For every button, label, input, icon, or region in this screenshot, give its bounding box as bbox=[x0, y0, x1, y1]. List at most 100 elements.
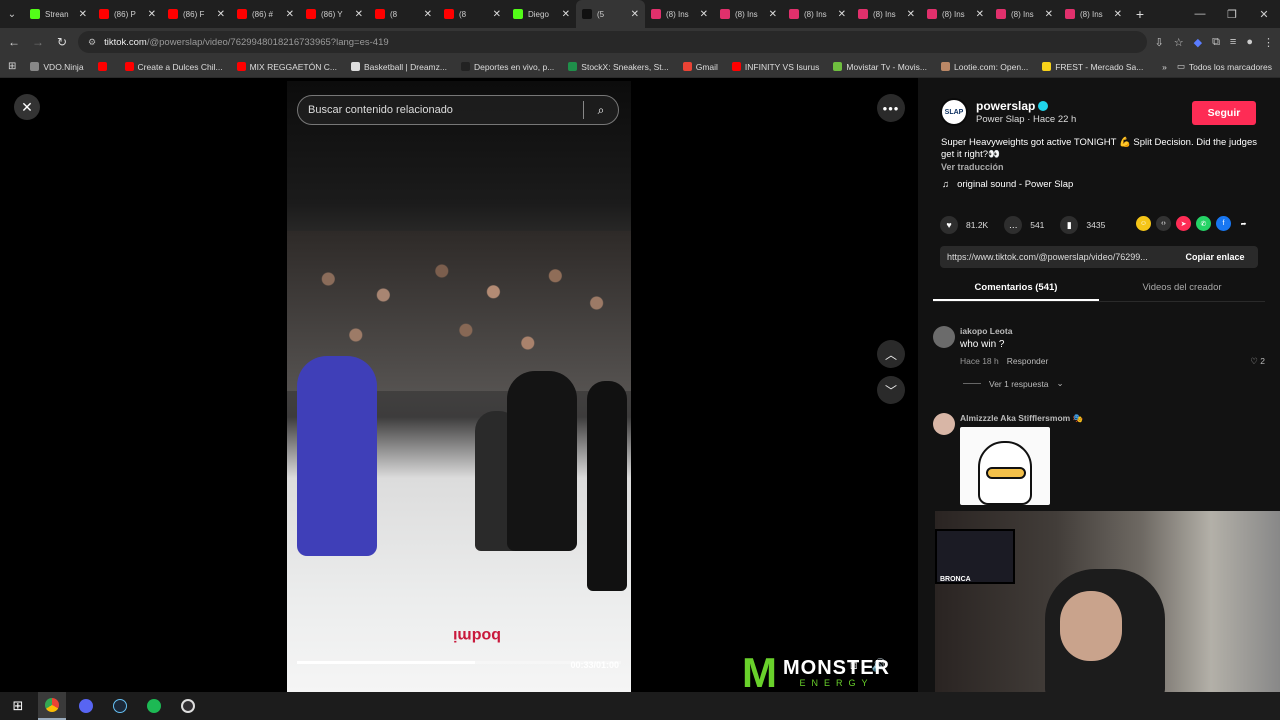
taskbar-steam[interactable] bbox=[106, 692, 134, 720]
close-tab-icon[interactable]: ✕ bbox=[148, 9, 156, 20]
comment-username[interactable]: iakopo Leota bbox=[960, 326, 1012, 336]
browser-tab[interactable]: (8) Ins ✕ bbox=[990, 0, 1059, 28]
bookmark-item[interactable]: Lootie.com: Open... bbox=[941, 62, 1028, 72]
browser-tab[interactable]: Diego ✕ bbox=[507, 0, 576, 28]
browser-tab[interactable]: (5 ✕ bbox=[576, 0, 645, 28]
site-info-icon[interactable]: ⚙ bbox=[88, 37, 96, 48]
browser-tab[interactable]: (8) Ins ✕ bbox=[921, 0, 990, 28]
forward-arrow-icon[interactable]: → bbox=[30, 35, 46, 49]
related-search-input[interactable]: Buscar contenido relacionado ⌕ bbox=[297, 95, 619, 125]
browser-tab[interactable]: (86) Y ✕ bbox=[300, 0, 369, 28]
close-tab-icon[interactable]: ✕ bbox=[424, 9, 432, 20]
browser-tab[interactable]: (8) Ins ✕ bbox=[645, 0, 714, 28]
close-tab-icon[interactable]: ✕ bbox=[355, 9, 363, 20]
taskbar-spotify[interactable] bbox=[140, 692, 168, 720]
close-tab-icon[interactable]: ✕ bbox=[907, 9, 915, 20]
post-url[interactable]: https://www.tiktok.com/@powerslap/video/… bbox=[940, 252, 1172, 262]
close-video-button[interactable]: ✕ bbox=[14, 94, 40, 120]
bookmark-item[interactable]: Basketball | Dreamz... bbox=[350, 62, 447, 72]
tab-search-chevron-icon[interactable]: ⌄ bbox=[0, 0, 24, 28]
close-tab-icon[interactable]: ✕ bbox=[976, 9, 984, 20]
browser-tab[interactable]: (86) F ✕ bbox=[162, 0, 231, 28]
close-tab-icon[interactable]: ✕ bbox=[700, 9, 708, 20]
bookmark-item[interactable]: MIX REGGAETÓN C... bbox=[236, 62, 337, 72]
bookmark-star-icon[interactable]: ☆ bbox=[1174, 36, 1184, 49]
tab-comments[interactable]: Comentarios (541) bbox=[933, 280, 1099, 301]
comment-avatar[interactable] bbox=[933, 413, 955, 435]
taskbar-app-2[interactable] bbox=[72, 692, 100, 720]
whatsapp-icon[interactable]: ✆ bbox=[1196, 216, 1211, 231]
sound-link[interactable]: ♫ original sound - Power Slap bbox=[942, 179, 1073, 190]
like-heart-icon[interactable]: ♥ bbox=[940, 216, 958, 234]
search-icon[interactable]: ⌕ bbox=[594, 103, 608, 118]
next-video-button[interactable]: ﹀ bbox=[877, 376, 905, 404]
bookmarks-overflow[interactable]: » bbox=[1162, 62, 1167, 72]
author-username[interactable]: powerslap bbox=[976, 99, 1035, 113]
view-replies-link[interactable]: Ver 1 respuesta ⌄ bbox=[963, 378, 1064, 389]
close-tab-icon[interactable]: ✕ bbox=[1114, 9, 1122, 20]
install-app-icon[interactable]: ⇩ bbox=[1155, 36, 1164, 49]
taskbar-chrome[interactable] bbox=[38, 692, 66, 720]
author-avatar[interactable]: SLAP bbox=[940, 98, 968, 126]
browser-tab[interactable]: Strean ✕ bbox=[24, 0, 93, 28]
apps-grid-icon[interactable]: ⊞ bbox=[8, 61, 16, 72]
back-arrow-icon[interactable]: ← bbox=[6, 35, 22, 49]
comment-avatar[interactable] bbox=[933, 326, 955, 348]
bookmark-item[interactable]: StockX: Sneakers, St... bbox=[568, 62, 669, 72]
media-control-icon[interactable]: ≡ bbox=[1230, 36, 1236, 48]
browser-menu-icon[interactable]: ⋮ bbox=[1263, 36, 1274, 49]
comment-like[interactable]: ♡ 2 bbox=[1250, 356, 1265, 367]
bookmark-item[interactable]: Create a Dulces Chil... bbox=[124, 62, 223, 72]
start-button[interactable]: ⊞ bbox=[4, 692, 32, 720]
address-bar[interactable]: ⚙ tiktok.com/@powerslap/video/7629948018… bbox=[78, 31, 1147, 53]
bookmark-item[interactable]: Movistar Tv - Movis... bbox=[833, 62, 927, 72]
bookmark-item[interactable] bbox=[97, 62, 111, 72]
copy-link-button[interactable]: Copiar enlace bbox=[1172, 252, 1258, 262]
send-to-friend-icon[interactable]: ➤ bbox=[1176, 216, 1191, 231]
bookmark-item[interactable]: VDO.Ninja bbox=[30, 62, 84, 72]
bookmark-save-icon[interactable]: ▮ bbox=[1060, 216, 1079, 234]
close-tab-icon[interactable]: ✕ bbox=[79, 9, 87, 20]
close-tab-icon[interactable]: ✕ bbox=[769, 9, 777, 20]
browser-tab[interactable]: (8) Ins ✕ bbox=[1059, 0, 1128, 28]
see-translation-link[interactable]: Ver traducción bbox=[941, 162, 1004, 172]
extension-icon[interactable]: ◆ bbox=[1194, 36, 1202, 49]
browser-tab[interactable]: (8) Ins ✕ bbox=[783, 0, 852, 28]
emoji-react-icon[interactable]: ☺ bbox=[1136, 216, 1151, 231]
follow-button[interactable]: Seguir bbox=[1192, 101, 1256, 125]
bookmark-item[interactable]: INFINITY VS Isurus bbox=[731, 62, 819, 72]
close-tab-icon[interactable]: ✕ bbox=[217, 9, 225, 20]
close-tab-icon[interactable]: ✕ bbox=[286, 9, 294, 20]
comment-reply-link[interactable]: Responder bbox=[1007, 356, 1049, 366]
all-bookmarks-folder[interactable]: ▭ Todos los marcadores bbox=[1177, 61, 1272, 72]
close-tab-icon[interactable]: ✕ bbox=[838, 9, 846, 20]
close-tab-icon[interactable]: ✕ bbox=[493, 9, 501, 20]
browser-tab[interactable]: (8 ✕ bbox=[369, 0, 438, 28]
more-options-button[interactable]: ••• bbox=[877, 94, 905, 122]
extensions-puzzle-icon[interactable]: ⧉ bbox=[1212, 36, 1220, 49]
browser-tab[interactable]: (8) Ins ✕ bbox=[852, 0, 921, 28]
new-tab-plus-icon[interactable]: + bbox=[1128, 6, 1152, 22]
bookmark-item[interactable]: Deportes en vivo, p... bbox=[460, 62, 554, 72]
tab-creator-videos[interactable]: Videos del creador bbox=[1099, 280, 1265, 301]
share-arrow-icon[interactable]: ➦ bbox=[1236, 216, 1251, 231]
close-tab-icon[interactable]: ✕ bbox=[631, 9, 639, 20]
comment-bubble-icon[interactable]: … bbox=[1004, 216, 1023, 234]
minimize-icon[interactable]: — bbox=[1184, 8, 1216, 21]
browser-tab[interactable]: (86) # ✕ bbox=[231, 0, 300, 28]
comment-username[interactable]: Almizzzle Aka Stifflersmom 🎭 bbox=[960, 413, 1083, 424]
close-tab-icon[interactable]: ✕ bbox=[1045, 9, 1053, 20]
browser-tab[interactable]: (8) Ins ✕ bbox=[714, 0, 783, 28]
video-player[interactable]: bodmi 00:33/01:00 bbox=[287, 81, 631, 692]
embed-code-icon[interactable]: ‹› bbox=[1156, 216, 1171, 231]
facebook-icon[interactable]: f bbox=[1216, 216, 1231, 231]
close-tab-icon[interactable]: ✕ bbox=[562, 9, 570, 20]
taskbar-obs[interactable] bbox=[174, 692, 202, 720]
close-window-icon[interactable]: ✕ bbox=[1248, 8, 1280, 21]
previous-video-button[interactable]: ︿ bbox=[877, 340, 905, 368]
profile-avatar-icon[interactable]: ● bbox=[1246, 36, 1253, 48]
reload-icon[interactable]: ↻ bbox=[54, 35, 70, 49]
bookmark-item[interactable]: FREST - Mercado Sa... bbox=[1042, 62, 1143, 72]
bookmark-item[interactable]: Gmail bbox=[682, 62, 718, 72]
browser-tab[interactable]: (86) P ✕ bbox=[93, 0, 162, 28]
